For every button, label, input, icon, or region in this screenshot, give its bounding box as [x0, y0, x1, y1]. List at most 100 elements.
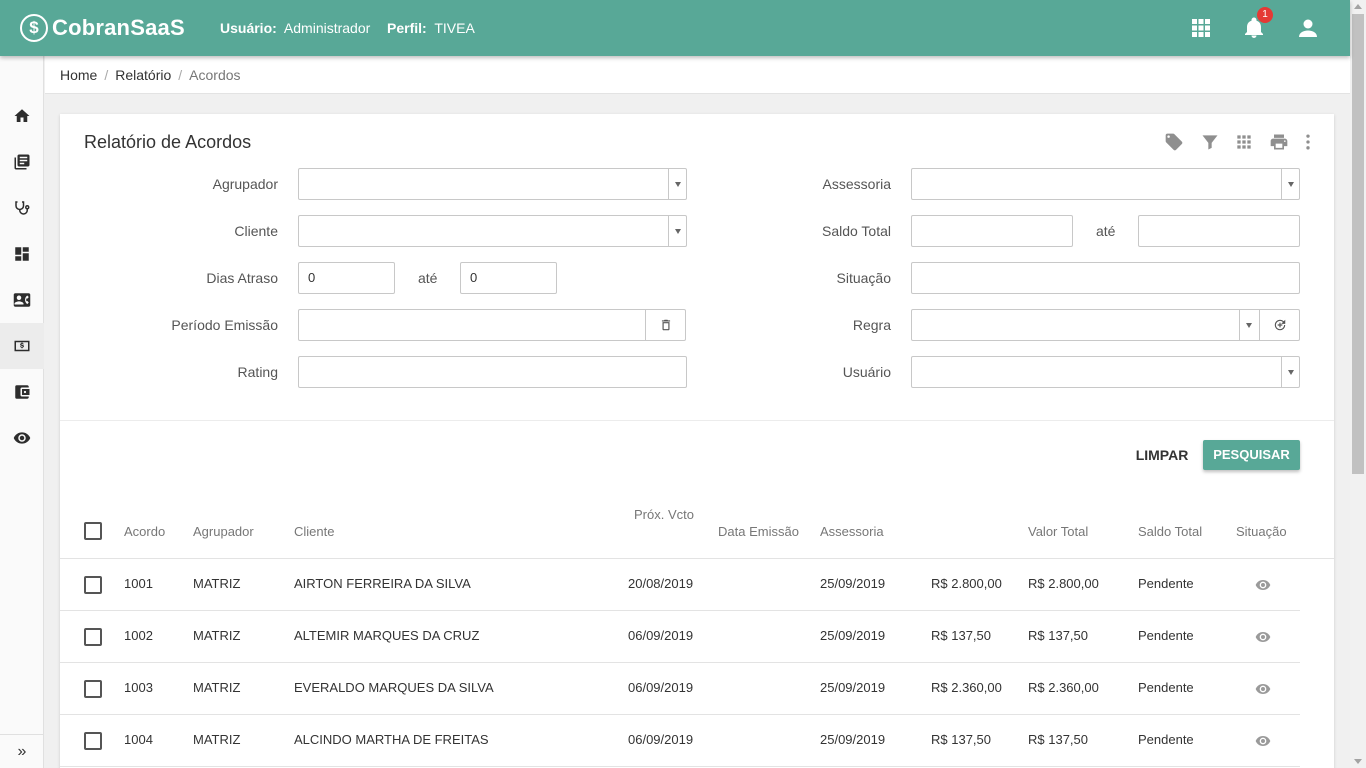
cell-valor-total: R$ 137,50 — [931, 732, 991, 747]
row-checkbox[interactable] — [84, 628, 102, 646]
saldo-total-ate-label: até — [1096, 223, 1116, 239]
chevron-down-icon[interactable] — [1281, 357, 1299, 387]
view-eye-icon[interactable] — [1255, 629, 1271, 645]
cell-prox-vcto: 06/09/2019 — [628, 732, 694, 747]
row-checkbox[interactable] — [84, 576, 102, 594]
cell-prox-vcto: 20/08/2019 — [628, 576, 694, 591]
saldo-total-from-input[interactable] — [911, 215, 1073, 247]
cell-situacao: Pendente — [1138, 576, 1194, 591]
user-info: Usuário: Administrador — [220, 20, 370, 36]
perfil-value: TIVEA — [434, 20, 475, 36]
grid-icon[interactable] — [1234, 132, 1254, 152]
col-prox-vcto[interactable]: Próx. Vcto — [634, 507, 694, 522]
saldo-total-label: Saldo Total — [821, 223, 891, 239]
sidebar-dashboard-icon[interactable] — [0, 231, 44, 277]
assessoria-label: Assessoria — [822, 176, 891, 192]
cell-saldo-total: R$ 2.360,00 — [1028, 680, 1099, 695]
usuario-select[interactable] — [911, 356, 1300, 388]
dias-atraso-to-input[interactable]: 0 — [460, 262, 557, 294]
cell-valor-total: R$ 137,50 — [931, 628, 991, 643]
chevron-down-icon[interactable] — [1239, 310, 1257, 340]
apps-grid-icon[interactable] — [1189, 16, 1213, 40]
cell-acordo: 1002 — [124, 628, 153, 643]
cell-situacao: Pendente — [1138, 732, 1194, 747]
regra-label: Regra — [852, 317, 891, 333]
row-checkbox[interactable] — [84, 732, 102, 750]
cliente-select[interactable] — [298, 215, 687, 247]
account-icon[interactable] — [1296, 16, 1320, 40]
pesquisar-button[interactable]: PESQUISAR — [1203, 440, 1300, 470]
rating-label: Rating — [237, 364, 278, 380]
notification-badge: 1 — [1257, 7, 1273, 23]
sidebar-expand-icon[interactable]: » — [0, 734, 44, 768]
scroll-down-arrow-icon[interactable] — [1354, 759, 1362, 764]
chevron-down-icon[interactable] — [668, 169, 686, 199]
app-logo[interactable]: CobranSaaS — [20, 12, 185, 44]
trash-icon[interactable] — [645, 310, 685, 340]
sidebar-eye-icon[interactable] — [0, 415, 44, 461]
dias-atraso-to-value: 0 — [470, 270, 478, 285]
breadcrumb-relatorio[interactable]: Relatório — [115, 67, 171, 83]
view-eye-icon[interactable] — [1255, 577, 1271, 593]
cell-saldo-total: R$ 2.800,00 — [1028, 576, 1099, 591]
more-vert-icon[interactable] — [1298, 132, 1318, 152]
col-data-emissao[interactable]: Data Emissão — [718, 524, 799, 539]
col-cliente[interactable]: Cliente — [294, 524, 334, 539]
table-row[interactable]: 1001 MATRIZ AIRTON FERREIRA DA SILVA 20/… — [60, 559, 1300, 611]
sidebar-money-icon[interactable] — [0, 323, 44, 369]
breadcrumb-current: Acordos — [189, 67, 241, 83]
cliente-label: Cliente — [234, 223, 278, 239]
scroll-up-arrow-icon[interactable] — [1354, 4, 1362, 9]
user-label: Usuário: — [220, 20, 277, 36]
periodo-emissao-label: Período Emissão — [171, 317, 278, 333]
view-eye-icon[interactable] — [1255, 733, 1271, 749]
agrupador-select[interactable] — [298, 168, 687, 200]
chevron-down-icon[interactable] — [668, 216, 686, 246]
col-assessoria[interactable]: Assessoria — [820, 524, 884, 539]
periodo-emissao-input[interactable] — [298, 309, 686, 341]
saldo-total-to-input[interactable] — [1138, 215, 1300, 247]
rating-input[interactable] — [298, 356, 687, 388]
tag-icon[interactable] — [1164, 132, 1184, 152]
limpar-button[interactable]: LIMPAR — [1130, 440, 1194, 470]
chevron-down-icon[interactable] — [1281, 169, 1299, 199]
row-checkbox[interactable] — [84, 680, 102, 698]
dias-atraso-from-input[interactable]: 0 — [298, 262, 395, 294]
select-all-checkbox[interactable] — [84, 522, 102, 540]
cell-saldo-total: R$ 137,50 — [1028, 732, 1088, 747]
scrollbar-thumb[interactable] — [1352, 14, 1364, 474]
view-eye-icon[interactable] — [1255, 681, 1271, 697]
col-acordo[interactable]: Acordo — [124, 524, 165, 539]
sidebar-home-icon[interactable] — [0, 93, 44, 139]
cell-cliente: EVERALDO MARQUES DA SILVA — [294, 680, 494, 695]
col-situacao[interactable]: Situação — [1236, 524, 1287, 539]
table-row[interactable]: 1004 MATRIZ ALCINDO MARTHA DE FREITAS 06… — [60, 715, 1300, 767]
sidebar-contact-card-icon[interactable] — [0, 277, 44, 323]
table-row[interactable]: 1003 MATRIZ EVERALDO MARQUES DA SILVA 06… — [60, 663, 1300, 715]
situacao-input[interactable] — [911, 262, 1300, 294]
dias-atraso-ate-label: até — [418, 270, 438, 286]
usuario-label: Usuário — [842, 364, 891, 380]
top-bar: CobranSaaS Usuário: Administrador Perfil… — [0, 0, 1350, 56]
table-row[interactable]: 1002 MATRIZ ALTEMIR MARQUES DA CRUZ 06/0… — [60, 611, 1300, 663]
col-saldo-total[interactable]: Saldo Total — [1138, 524, 1202, 539]
breadcrumb-separator: / — [178, 67, 183, 83]
sidebar-book-icon[interactable] — [0, 139, 44, 185]
col-valor-total[interactable]: Valor Total — [1028, 524, 1088, 539]
print-icon[interactable] — [1269, 132, 1289, 152]
cell-acordo: 1003 — [124, 680, 153, 695]
col-agrupador[interactable]: Agrupador — [193, 524, 254, 539]
breadcrumb: Home / Relatório / Acordos — [60, 67, 241, 83]
page-scrollbar[interactable] — [1350, 0, 1366, 768]
cell-saldo-total: R$ 137,50 — [1028, 628, 1088, 643]
logo-dollar-icon — [20, 14, 48, 42]
cell-agrupador: MATRIZ — [193, 576, 241, 591]
filter-icon[interactable] — [1200, 132, 1220, 152]
breadcrumb-home[interactable]: Home — [60, 67, 97, 83]
assessoria-select[interactable] — [911, 168, 1300, 200]
sidebar-stethoscope-icon[interactable] — [0, 185, 44, 231]
add-rule-icon[interactable] — [1259, 310, 1299, 340]
cell-valor-total: R$ 2.360,00 — [931, 680, 1002, 695]
sidebar-wallet-icon[interactable] — [0, 369, 44, 415]
regra-select[interactable] — [911, 309, 1300, 341]
